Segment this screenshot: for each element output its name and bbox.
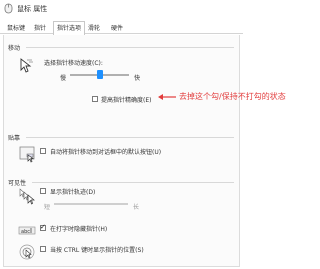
tab-pointer-options[interactable]: 指针选项 [53,21,86,35]
motion-divider [26,47,234,48]
hide-pointer-icon: abc [18,226,36,235]
snap-to-checkbox[interactable] [40,148,46,154]
show-location-icon [19,244,35,260]
trails-slider-track[interactable] [54,203,128,205]
mouse-icon [4,3,13,14]
snap-to-icon [19,146,35,163]
trails-long-label: 长 [133,204,140,211]
snap-to-label[interactable]: 自动将指针移动到对话框中的默认按钮(U) [50,147,161,156]
precision-label[interactable]: 提高指针精确度(E) [101,95,151,104]
pointer-speed-icon [20,58,33,73]
tab-hardware[interactable]: 硬件 [108,23,126,34]
tab-buttons[interactable]: 鼠标键 [4,23,28,34]
title-bar: 鼠标 属性 [0,0,243,18]
tab-pointers[interactable]: 指针 [31,23,49,34]
snap-divider [26,137,234,138]
trails-short-label: 短 [44,204,51,211]
speed-label: 选择指针移动速度(C): [44,60,103,67]
hide-while-typing-checkbox[interactable] [40,223,46,231]
svg-text:abc: abc [21,229,30,235]
tab-wheel[interactable]: 滑轮 [85,23,103,34]
annotation-arrow-icon [158,94,176,100]
ctrl-show-location-checkbox[interactable] [40,246,46,252]
pointer-trails-icon [19,188,35,205]
ctrl-show-location-label[interactable]: 当按 CTRL 键时显示指针的位置(S) [50,245,144,254]
pointer-trails-checkbox[interactable] [40,188,46,194]
annotation-text: 去掉这个勾/保持不打勾的状态 [179,92,286,101]
visibility-section-title: 可见性 [8,180,27,187]
motion-section-title: 移动 [8,45,21,52]
speed-fast-label: 快 [134,75,141,82]
visibility-divider [32,182,234,183]
pointer-trails-label[interactable]: 显示指针轨迹(D) [50,187,95,196]
precision-checkbox[interactable] [92,96,98,102]
snap-section-title: 贴靠 [8,135,21,142]
hide-while-typing-label[interactable]: 在打字时隐藏指针(H) [50,224,107,233]
speed-slow-label: 慢 [60,75,67,82]
tab-bar: 鼠标键 指针 指针选项 滑轮 硬件 [0,21,243,35]
pointer-options-panel: 移动 选择指针移动速度(C): 慢 快 提高指针精确度(E) 去掉这个勾/保持不… [3,35,286,267]
speed-slider-thumb[interactable] [96,70,103,79]
window-title: 鼠标 属性 [17,5,48,13]
